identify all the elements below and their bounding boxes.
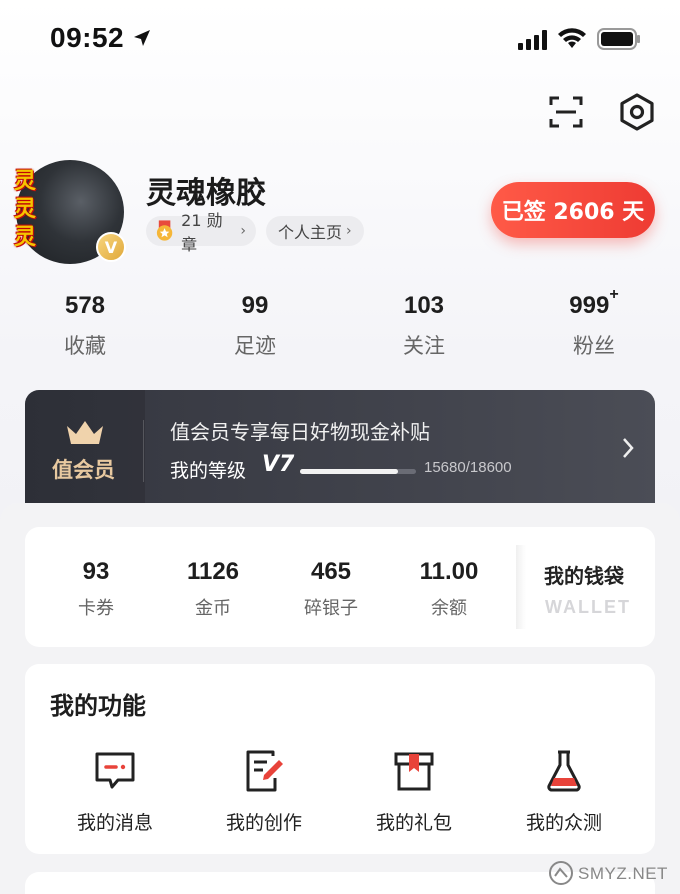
vip-points: 15680/18600: [424, 459, 512, 476]
wallet-label: 碎银子: [304, 598, 358, 619]
checkin-button[interactable]: 已签 2606 天: [491, 182, 655, 238]
wallet-subtitle: WALLET: [545, 597, 631, 617]
wallet-item-silver[interactable]: 465 碎银子: [276, 558, 386, 620]
cellular-signal-icon: [518, 30, 547, 50]
vip-left-panel: [25, 390, 145, 510]
function-item-messages[interactable]: 我的消息: [60, 748, 170, 835]
function-label: 我的礼包: [375, 812, 452, 834]
wallet-separator: [516, 545, 526, 629]
wallet-item-coupons[interactable]: 93 卡券: [41, 558, 151, 620]
watermark-text: SMYZ.NET: [578, 864, 668, 883]
battery-icon: [597, 28, 640, 50]
vip-progress-fill: [300, 469, 398, 474]
wifi-icon: [558, 28, 586, 48]
medal-count-label: 21 勋章: [181, 211, 223, 254]
settings-icon[interactable]: [617, 92, 657, 132]
vip-progress-bar: [300, 469, 416, 474]
stat-history[interactable]: 99 足迹: [195, 292, 315, 360]
stat-value: 578: [64, 292, 106, 319]
status-time: 09:52: [50, 22, 125, 53]
chevron-right-icon: ›: [346, 223, 352, 239]
stat-value: 103: [403, 292, 445, 319]
stat-label: 关注: [403, 334, 445, 358]
stat-label: 足迹: [234, 334, 276, 358]
location-arrow-icon: [134, 30, 150, 46]
status-bar: 09:52: [0, 0, 680, 78]
message-icon: [95, 752, 135, 789]
wallet-item-gold[interactable]: 1126 金币: [158, 558, 268, 620]
crown-icon: [67, 421, 103, 444]
function-label: 我的众测: [525, 812, 602, 834]
wallet-value: 465: [310, 558, 352, 585]
scan-icon[interactable]: [548, 94, 584, 130]
stat-favorites[interactable]: 578 收藏: [25, 292, 145, 360]
function-item-creations[interactable]: 我的创作: [209, 748, 319, 835]
stat-label: 粉丝: [573, 334, 615, 358]
chevron-right-icon[interactable]: [620, 436, 636, 460]
vip-level-value: V7: [262, 452, 295, 477]
function-label: 我的消息: [76, 812, 153, 834]
stat-value: 999+: [534, 286, 654, 320]
wallet-title[interactable]: 我的钱袋: [544, 560, 624, 589]
stat-value-suffix: +: [609, 286, 619, 303]
stat-following[interactable]: 103 关注: [364, 292, 484, 360]
vip-title: 值会员: [52, 458, 115, 482]
wallet-value: 1126: [186, 558, 240, 585]
vip-description: 值会员专享每日好物现金补贴: [170, 420, 430, 444]
function-item-tests[interactable]: 我的众测: [509, 748, 619, 835]
wallet-label: 金币: [195, 598, 231, 619]
vip-level-label: 我的等级: [170, 460, 247, 482]
wallet-item-balance[interactable]: 11.00 余额: [394, 558, 504, 620]
functions-title: 我的功能: [50, 692, 146, 720]
avatar-text: 灵灵灵: [14, 169, 37, 250]
homepage-chip[interactable]: 个人主页 ›: [266, 216, 364, 246]
username: 灵魂橡胶: [146, 176, 266, 211]
wallet-value: 93: [82, 558, 110, 585]
gift-icon: [394, 752, 434, 791]
wallet-label: 余额: [431, 598, 467, 619]
medal-icon: [156, 220, 173, 241]
watermark-logo-icon: [549, 861, 573, 885]
stat-followers[interactable]: 999+ 粉丝: [534, 286, 654, 360]
chevron-right-icon: ›: [240, 223, 246, 239]
vip-card[interactable]: [25, 390, 655, 510]
homepage-label: 个人主页: [278, 223, 343, 242]
wallet-value: 11.00: [419, 558, 479, 585]
edit-icon: [246, 750, 283, 792]
wallet-label: 卡券: [78, 598, 114, 619]
medal-chip[interactable]: 21 勋章 ›: [146, 211, 256, 254]
function-item-gifts[interactable]: 我的礼包: [359, 748, 469, 835]
stat-value: 99: [241, 292, 269, 319]
stat-value-number: 999: [569, 292, 610, 319]
vip-verified-badge: V: [96, 232, 126, 262]
vip-divider: [143, 420, 144, 482]
function-label: 我的创作: [225, 812, 302, 834]
stat-label: 收藏: [64, 334, 106, 358]
flask-icon: [547, 750, 581, 792]
